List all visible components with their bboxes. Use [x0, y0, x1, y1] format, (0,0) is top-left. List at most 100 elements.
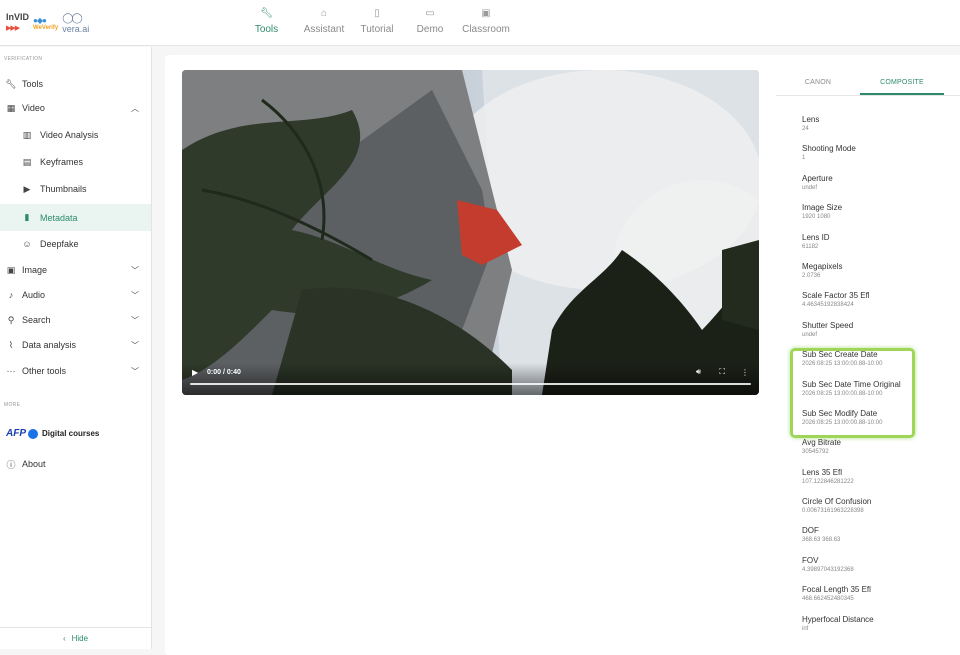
metadata-key: Shooting Mode [802, 144, 856, 154]
metadata-item: Aperture undef [802, 174, 952, 203]
sidebar-item-video-analysis[interactable]: ▥ Video Analysis [0, 123, 151, 147]
metadata-key: Avg Bitrate [802, 438, 841, 448]
sidebar-item-about[interactable]: ⓘ About [0, 452, 151, 476]
chevron-down-icon: ﹀ [131, 290, 139, 300]
sidebar-item-audio[interactable]: ♪ Audio ﹀ [0, 283, 151, 307]
document-icon: ▮ [24, 212, 30, 222]
afp-logo: AFP [6, 428, 26, 439]
metadata-item: Hyperfocal Distance inf [802, 615, 952, 644]
metadata-value: undef [802, 331, 818, 338]
chevron-down-icon: ﹀ [131, 340, 139, 350]
video-frame [182, 70, 759, 395]
chevron-down-icon: ﹀ [131, 265, 139, 275]
metadata-item: Megapixels 2.0736 [802, 262, 952, 291]
nav-demo[interactable]: ▭ Demo [399, 8, 461, 35]
metadata-item: Circle Of Confusion 0.00673161963228398 [802, 497, 952, 526]
nav-tools[interactable]: 🔧︎ Tools [240, 8, 293, 35]
book-icon: ▯ [374, 8, 380, 19]
nav-classroom[interactable]: ▣ Classroom [461, 8, 511, 35]
sidebar-item-other-tools[interactable]: ··· Other tools ﹀ [0, 359, 151, 383]
face-icon: ☺ [22, 239, 32, 249]
search-icon: ⚲ [7, 314, 15, 325]
sidebar-item-metadata[interactable]: ▮ Metadata [0, 204, 151, 231]
metadata-value: undef [802, 184, 818, 191]
volume-icon[interactable]: 🔊︎ [696, 367, 701, 377]
sidebar-item-label: Metadata [40, 212, 78, 223]
video-icon: ▭ [425, 8, 435, 19]
metadata-value: 1 [802, 155, 806, 162]
more-vertical-icon[interactable]: ⋮ [741, 368, 749, 377]
afp-label: Digital courses [42, 429, 100, 438]
sidebar-item-image[interactable]: ▣ Image ﹀ [0, 258, 151, 282]
video-progress-bar[interactable] [190, 383, 751, 385]
robot-icon: ⌂ [320, 8, 328, 19]
sidebar-item-thumbnails[interactable]: ▶ Thumbnails [0, 177, 151, 201]
metadata-key: Image Size [802, 203, 843, 213]
invid-logo-text: InVID [6, 12, 30, 22]
metadata-key: Aperture [802, 173, 833, 183]
metadata-key: Focal Length 35 Efl [802, 585, 871, 595]
video-controls: ▶ 0:00 / 0:40 🔊︎ ⛶ ⋮ [182, 363, 759, 395]
sidebar-item-label: Other tools [22, 366, 67, 376]
metadata-value: 4.46345192838424 [802, 302, 854, 309]
nav-demo-label: Demo [416, 24, 444, 35]
wrench-icon: 🔧︎ [5, 78, 17, 89]
metadata-value: 24 [802, 126, 809, 132]
metadata-value: 2.0736 [802, 272, 821, 279]
sidebar-item-search[interactable]: ⚲ Search ﹀ [0, 308, 151, 332]
tab-canon[interactable]: CANON [776, 70, 860, 95]
nav-tutorial-label: Tutorial [360, 24, 394, 35]
image-icon: ▣ [6, 264, 16, 275]
weverify-logo: ●◆● WeVerify [33, 16, 58, 31]
nav-assistant[interactable]: ⌂ Assistant [293, 8, 355, 35]
chart-icon: ⌇ [8, 339, 14, 350]
vera-logo-mark: ◯◯ [62, 12, 82, 24]
metadata-item: Lens ID 61182 [802, 233, 952, 262]
metadata-key: FOV [802, 555, 819, 565]
metadata-key: Megapixels [802, 261, 843, 271]
wrench-icon: 🔧︎ [260, 8, 273, 19]
sidebar-item-label: Video [22, 103, 45, 113]
nav-tutorial[interactable]: ▯ Tutorial [355, 8, 399, 35]
metadata-key: Circle Of Confusion [802, 497, 872, 507]
more-horizontal-icon: ··· [6, 366, 16, 376]
metadata-value: 368.63 368.63 [802, 537, 841, 544]
vera-logo-text: vera.ai [62, 23, 90, 34]
tab-composite[interactable]: COMPOSITE [860, 70, 944, 95]
sidebar-item-video[interactable]: ▦ Video ︿ [0, 96, 151, 120]
hide-sidebar-button[interactable]: ‹ Hide [0, 627, 151, 649]
sidebar-item-label: Video Analysis [40, 130, 99, 140]
metadata-value: 61182 [802, 243, 819, 250]
top-nav: 🔧︎ Tools ⌂ Assistant ▯ Tutorial ▭ Demo ▣… [240, 8, 511, 35]
fullscreen-icon[interactable]: ⛶ [719, 367, 725, 377]
vera-logo: ◯◯ vera.ai [62, 13, 89, 34]
metadata-item: Lens 24 [802, 115, 952, 144]
metadata-item: Avg Bitrate 30545792 [802, 438, 952, 467]
sidebar-item-label: Deepfake [40, 239, 79, 249]
metadata-tabs: CANON COMPOSITE [776, 70, 960, 96]
afp-digital-courses[interactable]: AFP Digital courses [6, 428, 99, 439]
video-time: 0:00 / 0:40 [207, 369, 241, 376]
nav-assistant-label: Assistant [303, 24, 345, 35]
metadata-item: Lens 35 Efl 107.122846281222 [802, 468, 952, 497]
sidebar-item-tools[interactable]: 🔧︎ Tools [0, 72, 151, 96]
invid-logo: InVID ▶▶▶ [6, 13, 29, 33]
metadata-value: 107.122846281222 [802, 478, 854, 485]
metadata-item: Focal Length 35 Efl 468.662452480345 [802, 585, 952, 614]
classroom-icon: ▣ [481, 8, 491, 19]
top-bar: InVID ▶▶▶ ●◆● WeVerify ◯◯ vera.ai 🔧︎ Too… [0, 0, 960, 46]
video-player[interactable]: ▶ 0:00 / 0:40 🔊︎ ⛶ ⋮ [182, 70, 759, 395]
sidebar-item-keyframes[interactable]: ▤ Keyframes [0, 150, 151, 174]
metadata-item: FOV 4.39897043192368 [802, 556, 952, 585]
metadata-item: Image Size 1920 1080 [802, 203, 952, 232]
metadata-value: 30545792 [802, 449, 829, 456]
play-icon[interactable]: ▶ [192, 368, 198, 377]
sidebar-item-label: Image [22, 265, 48, 275]
sidebar-item-data-analysis[interactable]: ⌇ Data analysis ﹀ [0, 333, 151, 357]
sidebar-item-deepfake[interactable]: ☺ Deepfake [0, 232, 151, 256]
chevron-down-icon: ﹀ [131, 315, 139, 325]
nav-classroom-label: Classroom [462, 24, 510, 35]
app-logo[interactable]: InVID ▶▶▶ ●◆● WeVerify ◯◯ vera.ai [6, 10, 89, 36]
sidebar-item-label: Thumbnails [40, 184, 87, 194]
music-note-icon: ♪ [8, 290, 14, 300]
